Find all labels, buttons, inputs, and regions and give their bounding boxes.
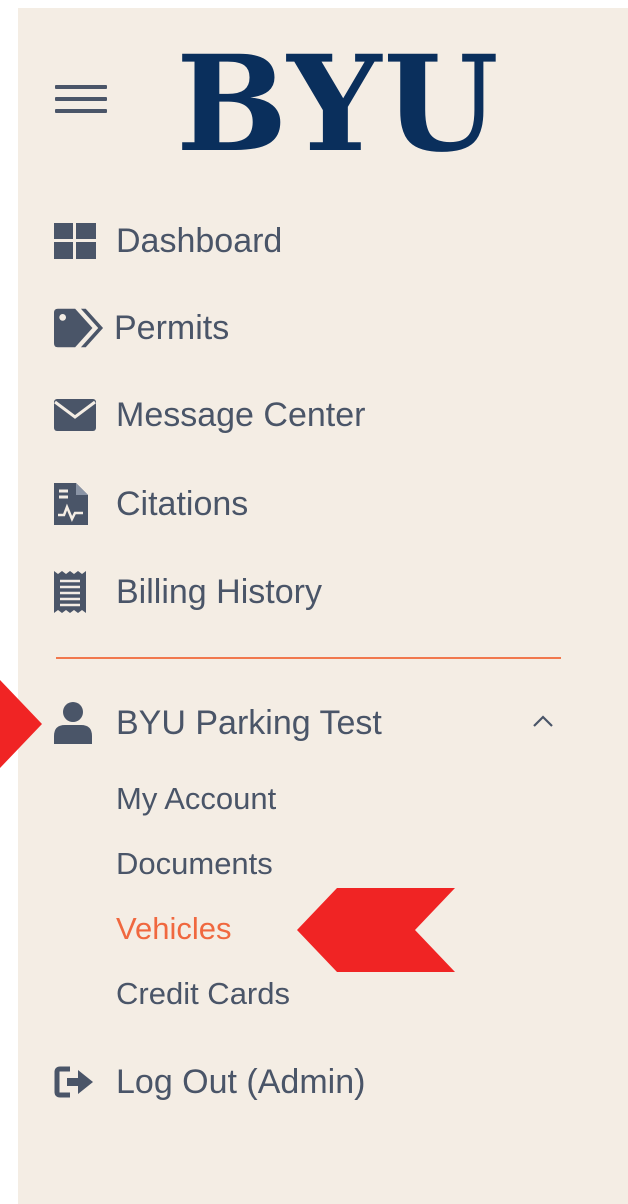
receipt-icon [54,569,104,615]
subnav-item-documents[interactable]: Documents [116,844,273,884]
nav-item-billing-history[interactable]: Billing History [54,567,322,617]
nav-item-label: Billing History [116,572,322,611]
nav-item-label: Citations [116,484,249,523]
nav-item-permits[interactable]: Permits [54,303,229,353]
envelope-icon [54,392,104,438]
account-menu-toggle[interactable]: BYU Parking Test [54,696,564,750]
account-name-label: BYU Parking Test [116,703,382,742]
chevron-up-icon[interactable] [530,708,556,734]
nav-item-label: Permits [114,308,230,347]
annotation-arrow-left-icon [0,680,42,768]
tags-icon [54,305,104,351]
logout-button[interactable]: Log Out (Admin) [54,1057,365,1107]
subnav-item-credit-cards[interactable]: Credit Cards [116,974,290,1014]
hamburger-menu-icon[interactable] [55,85,107,115]
user-icon [54,700,104,746]
nav-divider [56,657,561,659]
dashboard-icon [54,218,104,264]
logout-label: Log Out (Admin) [116,1062,366,1101]
nav-item-dashboard[interactable]: Dashboard [54,216,282,266]
subnav-item-my-account[interactable]: My Account [116,779,276,819]
citation-document-icon [54,481,104,527]
subnav-item-vehicles[interactable]: Vehicles [116,909,231,949]
nav-item-label: Message Center [116,395,366,434]
nav-item-citations[interactable]: Citations [54,479,248,529]
nav-item-message-center[interactable]: Message Center [54,390,365,440]
annotation-arrow-right-icon [297,888,455,972]
byu-logo[interactable]: BYU [176,39,501,171]
sign-out-icon [54,1059,104,1105]
nav-item-label: Dashboard [116,221,283,260]
